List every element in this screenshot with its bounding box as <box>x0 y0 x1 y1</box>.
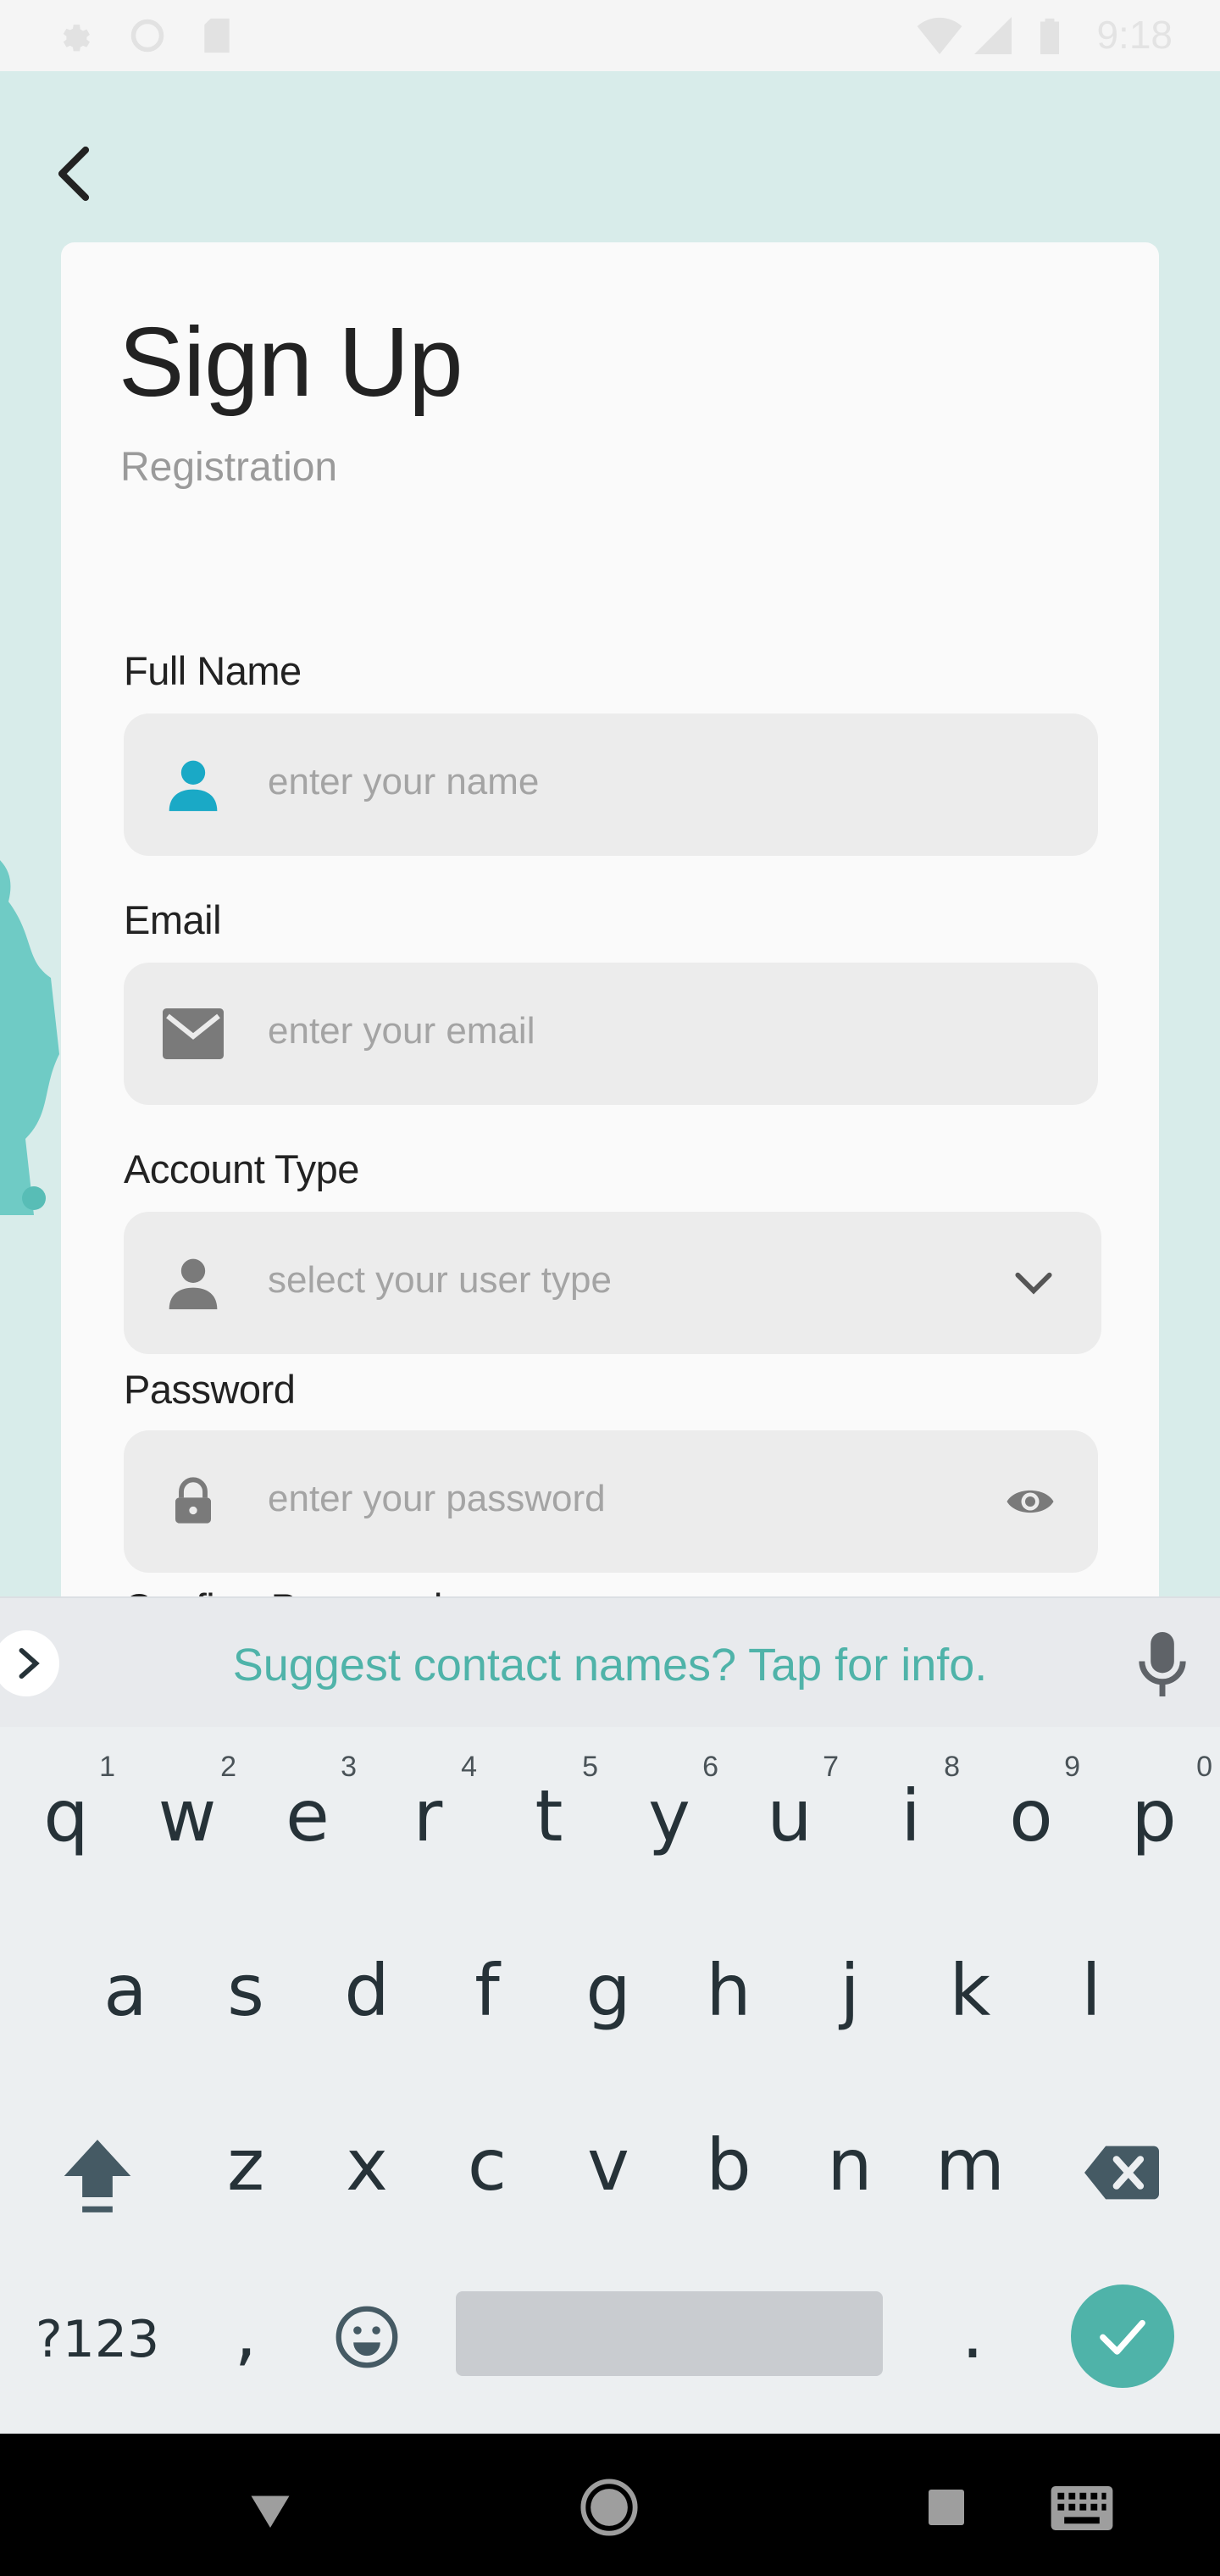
status-bar: 9:18 <box>0 0 1220 71</box>
back-button[interactable] <box>53 144 95 203</box>
account-type-select[interactable]: select your user type <box>124 1212 1101 1354</box>
envelope-icon <box>163 1008 224 1059</box>
key-z[interactable]: z <box>185 2076 307 2246</box>
eye-icon[interactable] <box>1005 1483 1056 1520</box>
contact-suggestion-prompt[interactable]: Suggest contact names? Tap for info. <box>0 1639 1220 1691</box>
period-key[interactable]: . <box>912 2251 1034 2420</box>
emoji-key[interactable] <box>306 2251 428 2420</box>
page-subtitle: Registration <box>120 445 338 490</box>
page-title: Sign Up <box>119 307 463 417</box>
email-field[interactable]: enter your email <box>124 963 1098 1105</box>
full-name-label: Full Name <box>124 648 302 693</box>
key-r[interactable]: 4r <box>367 1727 489 1896</box>
full-name-field[interactable]: enter your name <box>124 713 1098 856</box>
key-b[interactable]: b <box>668 2076 790 2246</box>
key-v[interactable]: v <box>547 2076 669 2246</box>
lock-icon <box>175 1477 211 1524</box>
key-p[interactable]: 0p <box>1090 1727 1217 1896</box>
key-e[interactable]: 3e <box>247 1727 369 1896</box>
full-name-placeholder: enter your name <box>268 761 540 802</box>
key-x[interactable]: x <box>306 2076 428 2246</box>
keyboard-suggestion-strip: Suggest contact names? Tap for info. <box>0 1596 1220 1727</box>
settings-icon <box>63 25 90 52</box>
on-screen-keyboard: 1q 2w 3e 4r 5t 6y 7u 8i 9o 0p a s d f g … <box>0 1727 1220 2434</box>
key-u[interactable]: 7u <box>729 1727 851 1896</box>
backspace-icon <box>1084 2146 1159 2200</box>
cellular-signal-icon <box>974 17 1012 54</box>
key-c[interactable]: c <box>426 2076 548 2246</box>
key-s[interactable]: s <box>185 1901 307 2071</box>
home-nav-icon[interactable] <box>580 2478 639 2537</box>
password-placeholder: enter your password <box>268 1478 606 1519</box>
battery-icon <box>1040 18 1059 54</box>
comma-key[interactable]: , <box>185 2251 307 2420</box>
signup-screen: Sign Up Registration Full Name enter you… <box>0 71 1220 1596</box>
confirm-password-label: Confirm Password <box>124 1585 442 1596</box>
microphone-icon[interactable] <box>1137 1632 1188 1696</box>
person-icon <box>169 1258 218 1310</box>
key-o[interactable]: 9o <box>970 1727 1092 1896</box>
clock: 9:18 <box>1096 13 1173 57</box>
emoji-icon <box>336 2306 398 2368</box>
key-g[interactable]: g <box>547 1901 669 2071</box>
password-label: Password <box>124 1367 296 1412</box>
key-t[interactable]: 5t <box>488 1727 610 1896</box>
shift-key[interactable] <box>36 2076 158 2246</box>
email-placeholder: enter your email <box>268 1010 535 1052</box>
shift-icon <box>64 2140 131 2212</box>
sync-icon <box>130 19 164 53</box>
password-field[interactable]: enter your password <box>124 1430 1098 1573</box>
account-type-placeholder: select your user type <box>268 1259 612 1301</box>
keyboard-switch-icon[interactable] <box>1051 2486 1113 2530</box>
checkmark-icon <box>1100 2319 1145 2355</box>
backspace-key[interactable] <box>1064 2076 1186 2246</box>
key-m[interactable]: m <box>909 2076 1031 2246</box>
key-h[interactable]: h <box>668 1901 790 2071</box>
key-w[interactable]: 2w <box>126 1727 248 1896</box>
person-icon <box>169 760 218 812</box>
wifi-icon <box>917 17 962 54</box>
key-k[interactable]: k <box>909 1901 1031 2071</box>
chevron-down-icon <box>1015 1272 1052 1295</box>
key-a[interactable]: a <box>64 1901 186 2071</box>
key-l[interactable]: l <box>1030 1901 1152 2071</box>
sd-card-icon <box>204 18 230 53</box>
space-bar[interactable] <box>456 2291 883 2376</box>
key-n[interactable]: n <box>789 2076 911 2246</box>
back-nav-icon[interactable] <box>249 2490 291 2532</box>
system-navigation-bar <box>0 2434 1220 2576</box>
signup-card: Sign Up Registration Full Name enter you… <box>61 242 1159 1596</box>
chevron-right-icon <box>19 1647 40 1679</box>
key-q[interactable]: 1q <box>5 1727 127 1896</box>
enter-button[interactable] <box>1071 2285 1174 2388</box>
key-y[interactable]: 6y <box>608 1727 730 1896</box>
account-type-label: Account Type <box>124 1146 359 1191</box>
key-f[interactable]: f <box>426 1901 548 2071</box>
key-j[interactable]: j <box>789 1901 911 2071</box>
key-i[interactable]: 8i <box>850 1727 972 1896</box>
email-label: Email <box>124 897 222 942</box>
symbols-key[interactable]: ?123 <box>25 2251 169 2420</box>
recents-nav-icon[interactable] <box>929 2490 964 2525</box>
key-d[interactable]: d <box>306 1901 428 2071</box>
